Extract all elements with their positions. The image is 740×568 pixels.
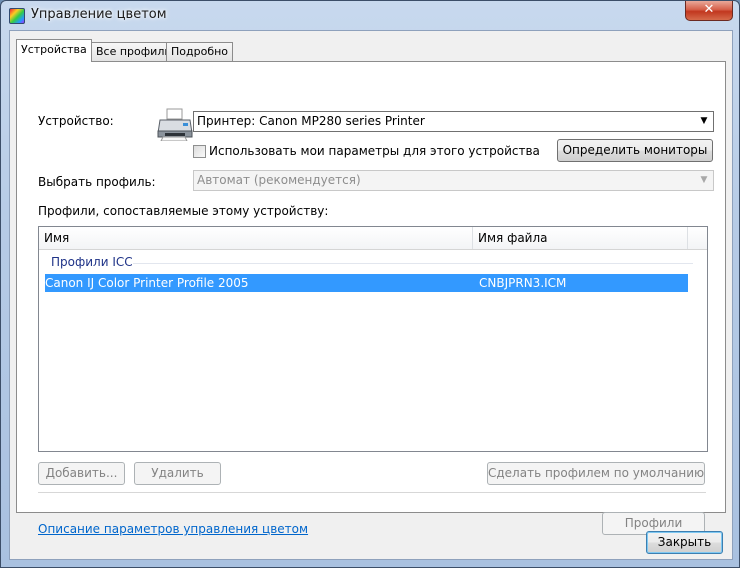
color-management-icon (9, 8, 25, 24)
profile-select[interactable]: Автомат (рекомендуется) ▼ (193, 170, 714, 191)
column-header-name[interactable]: Имя (39, 227, 473, 249)
device-select[interactable]: Принтер: Canon MP280 series Printer ▼ (193, 111, 714, 132)
color-management-window: Управление цветом ✕ Устройства Все профи… (0, 0, 740, 568)
profiles-list[interactable]: Имя Имя файла Профили ICC Canon IJ Color… (38, 226, 708, 452)
title-bar[interactable]: Управление цветом ✕ (1, 1, 739, 29)
dropdown-arrow-icon: ▼ (700, 175, 708, 185)
row-profile-file: CNBJPRN3.ICM (479, 276, 567, 290)
column-header-filename[interactable]: Имя файла (473, 227, 688, 249)
row-profile-name: Canon IJ Color Printer Profile 2005 (45, 276, 249, 290)
list-header: Имя Имя файла (39, 227, 707, 250)
close-button[interactable]: Закрыть (646, 531, 723, 554)
use-my-settings-checkbox[interactable] (193, 145, 206, 158)
color-management-help-link[interactable]: Описание параметров управления цветом (38, 522, 308, 536)
remove-button[interactable]: Удалить (134, 462, 221, 485)
separator-line (38, 492, 706, 493)
identify-monitors-button[interactable]: Определить мониторы (557, 139, 713, 162)
set-default-profile-button[interactable]: Сделать профилем по умолчанию (487, 462, 705, 485)
device-label: Устройство: (38, 114, 114, 128)
tab-devices[interactable]: Устройства (16, 39, 92, 62)
use-my-settings-label[interactable]: Использовать мои параметры для этого уст… (209, 144, 540, 158)
associated-profiles-label: Профили, сопоставляемые этому устройству… (38, 204, 329, 218)
tab-all-profiles[interactable]: Все профили (91, 42, 177, 61)
dialog-client-area: Устройства Все профили Подробно Устройст… (9, 30, 733, 560)
group-divider (133, 263, 693, 264)
devices-tab-panel: Устройство: Принтер: Canon MP280 series … (16, 61, 726, 536)
device-select-value: Принтер: Canon MP280 series Printer (197, 114, 425, 128)
add-button[interactable]: Добавить... (38, 462, 125, 485)
dropdown-arrow-icon: ▼ (700, 116, 708, 126)
window-close-button[interactable]: ✕ (685, 1, 733, 21)
group-header-icc[interactable]: Профили ICC (51, 255, 133, 269)
tab-advanced[interactable]: Подробно (166, 42, 234, 61)
select-profile-label: Выбрать профиль: (38, 175, 156, 189)
profile-select-value: Автомат (рекомендуется) (197, 173, 361, 187)
window-title: Управление цветом (31, 7, 167, 22)
printer-icon (157, 108, 193, 141)
table-row[interactable]: Canon IJ Color Printer Profile 2005 CNBJ… (45, 274, 688, 292)
